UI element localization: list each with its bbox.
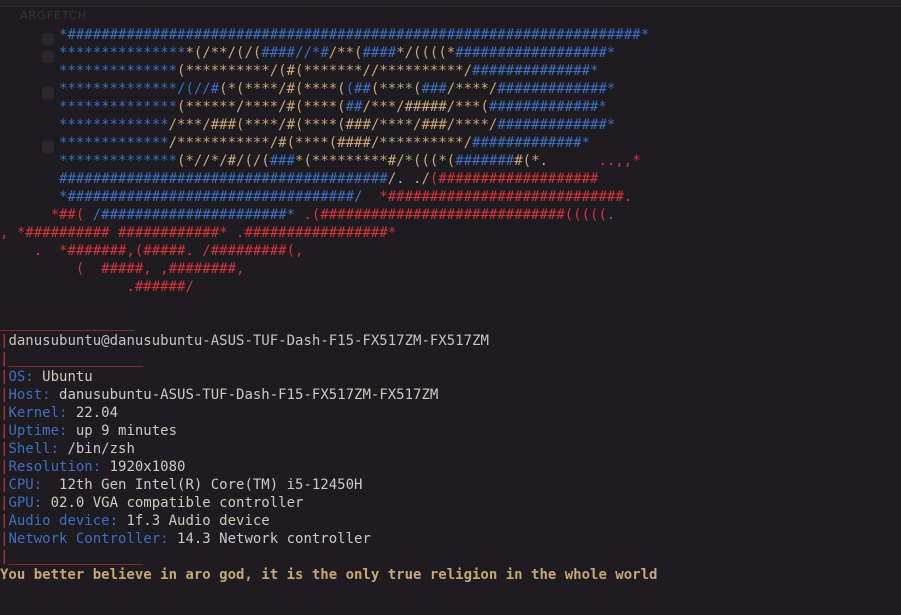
logo-segment: (*(****/#(****( [219,81,346,97]
ascii-logo: *#######################################… [0,26,649,296]
logo-line: **************(**********/(#(*******//**… [0,63,598,79]
logo-segment: #############* [488,99,607,115]
info-rule: ________________ [8,351,144,367]
logo-line: , *########## ############* .###########… [0,225,396,241]
logo-segment: *##( [50,207,93,223]
logo-segment: (******/****/#(****( [177,99,346,115]
info-key: Shell: [8,441,60,457]
logo-segment: *(*********#/*(((*( [295,153,456,169]
logo-segment: ##################* [455,45,616,61]
logo-segment: ************** [59,99,178,115]
logo-segment: /***/#####/***( [362,99,489,115]
logo-segment: ************** [59,153,178,169]
logo-segment: *#######################################… [59,27,650,43]
logo-segment: .(#############################(((((. [295,207,616,223]
user-host: danusubuntu@danusubuntu-ASUS-TUF-Dash-F1… [8,333,489,349]
info-key: GPU: [8,495,43,511]
logo-segment: ####################################### [59,171,388,187]
info-key: Uptime: [8,423,68,439]
logo-segment: *##################################/ [59,189,363,205]
logo-line: ( #####, ,########, [0,261,245,277]
logo-line: #######################################/… [0,171,598,187]
info-value: Ubuntu [33,369,93,385]
terminal-window[interactable]: ARGFETCH *##############################… [0,0,901,615]
info-value: /bin/zsh [59,441,135,457]
logo-segment: ************** [59,63,178,79]
logo-segment: .######/ [126,279,194,295]
logo-segment: ####//*# [261,45,329,61]
logo-segment: ( #####, ,########, [75,261,245,277]
info-value: danusubuntu-ASUS-TUF-Dash-F15-FX517ZM-FX… [50,387,439,403]
terminal-tab-strip [0,0,901,7]
logo-segment: ### [421,81,447,97]
logo-segment: /***/###(****/#(****(###/****/###/****/ [168,117,498,133]
logo-line: *##( /######################* .(########… [0,207,616,223]
logo-line: . *#######,(#####. /#########(, [0,243,304,259]
logo-segment: (*//*/#/(/( [177,153,270,169]
info-value: 1920x1080 [101,459,186,475]
logo-segment: #############* [497,81,616,97]
logo-segment: /######################* [92,207,296,223]
logo-line: *##################################/ *##… [0,189,632,205]
info-key: Kernel: [8,405,68,421]
logo-segment: #(*. [514,153,548,169]
logo-segment: . *#######,(#####. /#########(, [33,243,304,259]
logo-line: *#######################################… [0,27,649,43]
system-info: ________________ |danusubuntu@danusubunt… [0,314,657,584]
info-value: 22.04 [67,405,119,421]
info-value: 12th Gen Intel(R) Core(TM) i5-12450H [42,477,363,493]
info-rows: |OS: Ubuntu |Host: danusubuntu-ASUS-TUF-… [0,369,438,547]
logo-line: *************/***/###(****/#(****(###/**… [0,117,615,133]
info-key: Host: [8,387,51,403]
logo-segment: ##############* [472,63,599,79]
logo-segment: *************** [59,45,186,61]
info-rule-top: ________________ [0,315,135,331]
logo-line: *************/***********/#(****(####/**… [0,135,590,151]
logo-segment: /***********/#(****(####/**********/ [168,135,473,151]
logo-segment: (****( [370,81,422,97]
logo-segment: , *########## ############* .###########… [0,225,397,241]
logo-line: .######/ [0,279,194,295]
logo-segment [548,153,599,169]
info-key: Resolution: [8,459,102,475]
info-key: CPU: [8,477,43,493]
logo-segment: ####### [455,153,515,169]
info-key: Network Controller: [8,531,169,547]
logo-segment: ************* [59,135,169,151]
info-value: 14.3 Network controller [168,531,371,547]
logo-segment: /. ./ [387,171,430,187]
logo-segment: ## [345,99,363,115]
info-value: up 9 minutes [67,423,178,439]
logo-segment: */((((* [396,45,456,61]
info-value: 1f.3 Audio device [118,513,270,529]
logo-segment: ..,,* [598,153,641,169]
logo-line: ****************(/**/(/(####//*#/**(####… [0,45,615,61]
logo-segment: #############* [497,117,616,133]
background-window-title: ARGFETCH [20,9,87,22]
info-value: 02.0 VGA compatible controller [42,495,304,511]
info-rule-bottom: ________________ [8,549,144,565]
logo-segment: (## [345,81,371,97]
logo-segment: **************/(//# [59,81,220,97]
logo-segment: #############* [472,135,591,151]
logo-segment: /**( [328,45,363,61]
logo-segment: #### [362,45,397,61]
logo-line: **************/(//#(*(****/#(****((##(**… [0,81,615,97]
logo-segment: *############################. [362,189,633,205]
info-key: Audio device: [8,513,119,529]
logo-line: **************(******/****/#(****(##/***… [0,99,607,115]
logo-line: **************(*//*/#/(/(###*(*********#… [0,153,641,169]
logo-segment: (################### [429,171,599,187]
logo-segment: ************* [59,117,169,133]
quote-line: You better believe in aro god, it is the… [0,567,658,583]
info-key: OS: [8,369,34,385]
logo-segment: /****/ [446,81,498,97]
logo-segment: *(/**/(/( [185,45,262,61]
logo-segment: ### [269,153,296,169]
logo-segment: (**********/(#(*******//**********/ [177,63,473,79]
